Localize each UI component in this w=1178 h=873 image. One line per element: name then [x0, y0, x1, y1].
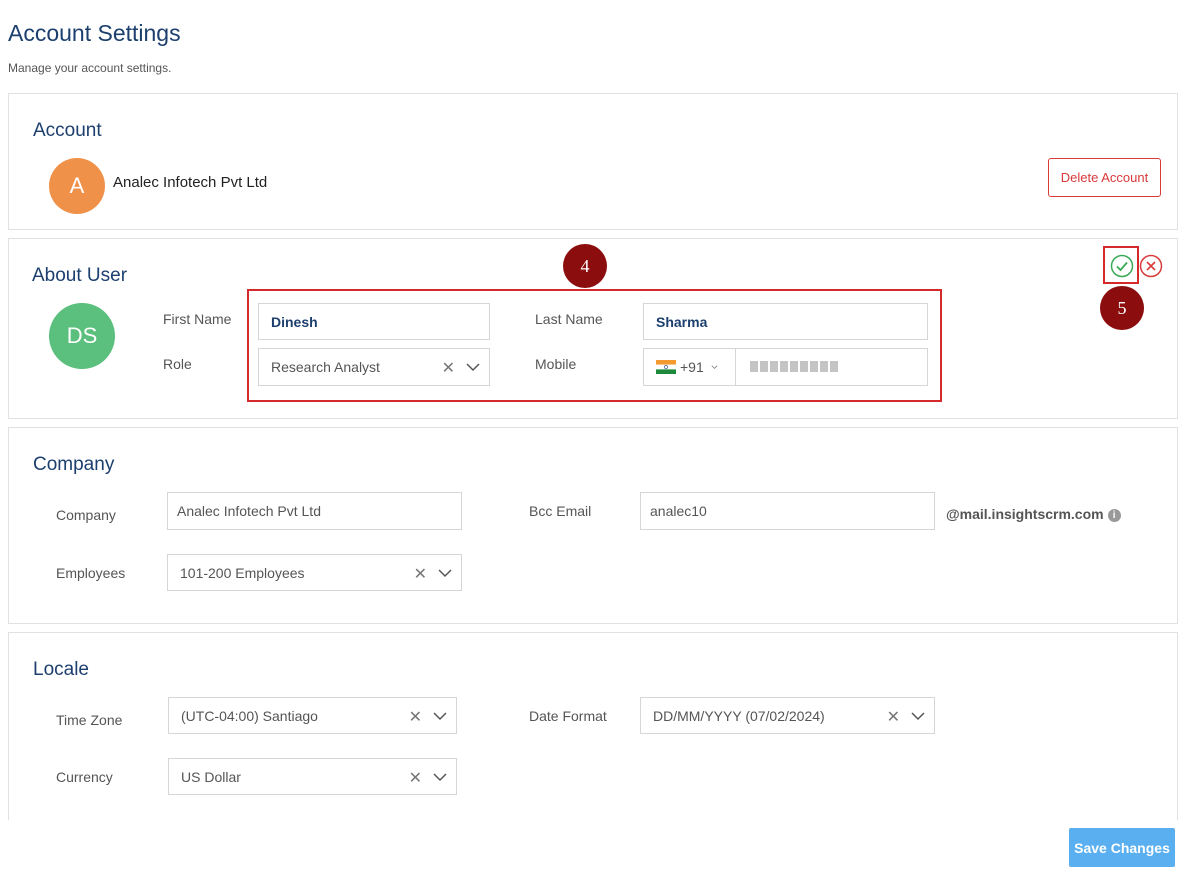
currency-value: US Dollar: [181, 768, 241, 785]
currency-select[interactable]: US Dollar ✕: [168, 758, 457, 795]
time-zone-label: Time Zone: [56, 712, 123, 728]
company-input[interactable]: Analec Infotech Pvt Ltd: [167, 492, 462, 530]
account-avatar: A: [49, 158, 105, 214]
employees-chevron-down-icon[interactable]: [437, 565, 453, 581]
date-format-clear-icon[interactable]: ✕: [887, 707, 900, 727]
page-title: Account Settings: [8, 20, 181, 46]
first-name-label: First Name: [163, 311, 232, 327]
annotation-marker-5: 5: [1100, 286, 1144, 330]
account-company-name: Analec Infotech Pvt Ltd: [113, 174, 268, 191]
date-format-value: DD/MM/YYYY (07/02/2024): [653, 707, 825, 724]
employees-select[interactable]: 101-200 Employees ✕: [167, 554, 462, 591]
account-panel: Account A Analec Infotech Pvt Ltd Delete…: [8, 93, 1178, 230]
company-value: Analec Infotech Pvt Ltd: [177, 503, 321, 519]
account-avatar-initial: A: [69, 173, 85, 198]
currency-chevron-down-icon[interactable]: [432, 769, 448, 785]
highlight-box-about-fields: [247, 289, 942, 402]
scroll-area-bottom: [0, 820, 1178, 873]
employees-value: 101-200 Employees: [180, 564, 305, 581]
time-zone-clear-icon[interactable]: ✕: [409, 707, 422, 727]
currency-label: Currency: [56, 769, 113, 785]
info-icon[interactable]: i: [1107, 508, 1121, 522]
currency-clear-icon[interactable]: ✕: [409, 768, 422, 788]
locale-section-title: Locale: [33, 659, 89, 680]
company-label: Company: [56, 507, 116, 523]
time-zone-select[interactable]: (UTC-04:00) Santiago ✕: [168, 697, 457, 734]
user-avatar: DS: [49, 303, 115, 369]
save-changes-button[interactable]: Save Changes: [1069, 828, 1175, 867]
delete-account-button[interactable]: Delete Account: [1048, 158, 1161, 197]
annotation-marker-4: 4: [563, 244, 607, 288]
about-user-section-title: About User: [32, 265, 128, 286]
confirm-check-icon[interactable]: [1110, 254, 1134, 278]
bcc-email-label: Bcc Email: [529, 503, 592, 519]
time-zone-value: (UTC-04:00) Santiago: [181, 707, 318, 724]
account-section-title: Account: [33, 120, 102, 141]
bcc-email-suffix: @mail.insightscrm.com: [946, 506, 1104, 522]
cancel-x-icon[interactable]: [1139, 254, 1163, 278]
user-avatar-initials: DS: [66, 323, 98, 348]
company-section-title: Company: [33, 454, 115, 475]
role-label: Role: [163, 356, 192, 372]
page-subtitle: Manage your account settings.: [8, 61, 172, 75]
date-format-select[interactable]: DD/MM/YYYY (07/02/2024) ✕: [640, 697, 935, 734]
bcc-email-input[interactable]: analec10: [640, 492, 935, 530]
employees-clear-icon[interactable]: ✕: [414, 564, 427, 584]
time-zone-chevron-down-icon[interactable]: [432, 708, 448, 724]
date-format-chevron-down-icon[interactable]: [910, 708, 926, 724]
date-format-label: Date Format: [529, 708, 607, 724]
bcc-email-value: analec10: [650, 503, 707, 519]
employees-label: Employees: [56, 565, 126, 581]
bcc-email-domain: @mail.insightscrm.com i: [946, 506, 1121, 522]
